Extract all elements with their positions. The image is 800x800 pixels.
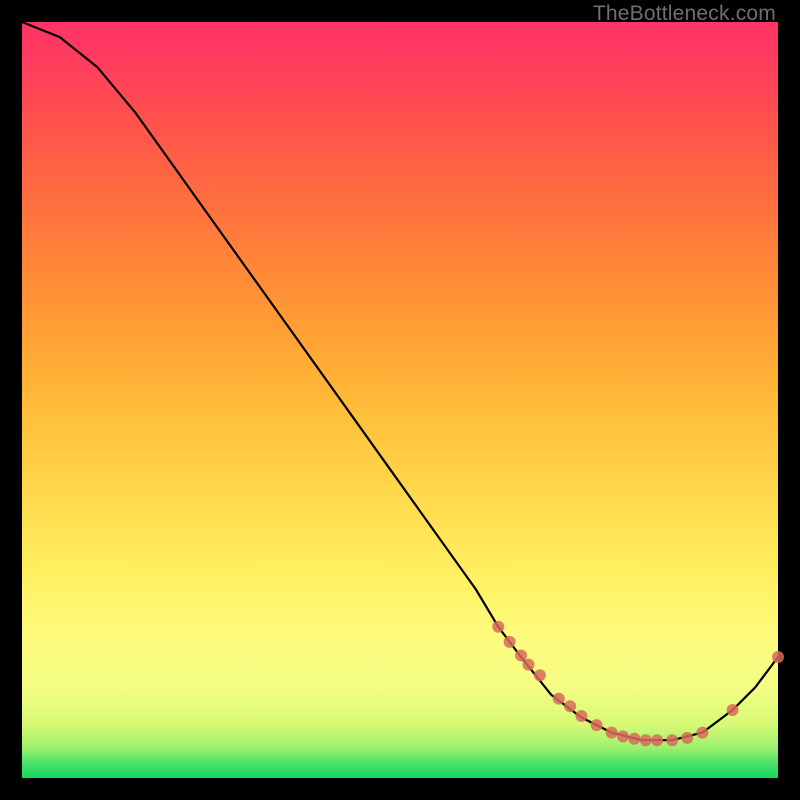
highlight-point bbox=[523, 659, 535, 671]
highlight-point bbox=[651, 734, 663, 746]
highlight-point bbox=[564, 700, 576, 712]
highlight-point bbox=[628, 733, 640, 745]
highlight-point bbox=[553, 693, 565, 705]
highlight-point bbox=[606, 727, 618, 739]
bottleneck-curve bbox=[22, 22, 778, 740]
highlight-point bbox=[696, 727, 708, 739]
highlight-point bbox=[681, 732, 693, 744]
highlight-point bbox=[534, 669, 546, 681]
highlight-point bbox=[591, 719, 603, 731]
chart-frame: TheBottleneck.com bbox=[0, 0, 800, 800]
highlight-point bbox=[666, 734, 678, 746]
watermark-text: TheBottleneck.com bbox=[593, 2, 776, 26]
highlight-point bbox=[727, 704, 739, 716]
highlight-point bbox=[640, 734, 652, 746]
highlight-point bbox=[575, 710, 587, 722]
highlight-point bbox=[492, 621, 504, 633]
highlight-point bbox=[617, 730, 629, 742]
highlight-point bbox=[504, 636, 516, 648]
chart-svg bbox=[0, 0, 800, 800]
highlight-point bbox=[772, 651, 784, 663]
